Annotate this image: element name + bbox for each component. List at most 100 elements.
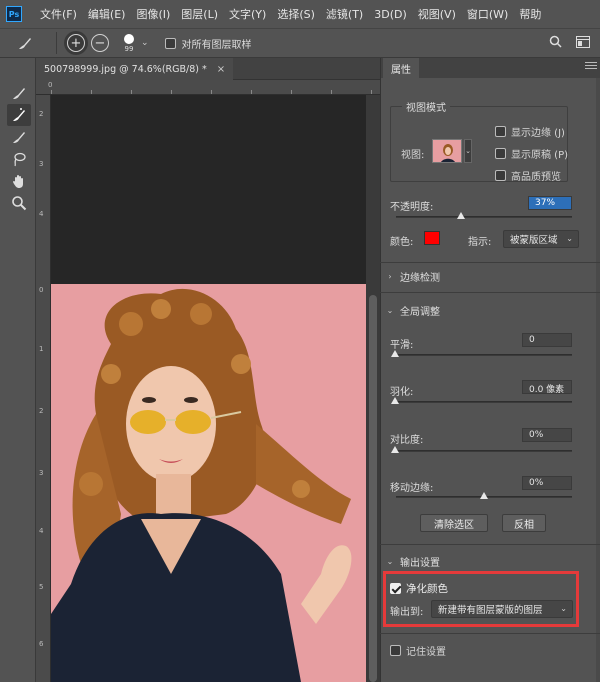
panel-scrollbar[interactable]	[596, 78, 600, 682]
opacity-label: 不透明度:	[390, 202, 434, 213]
color-swatch[interactable]	[424, 231, 440, 245]
menu-view[interactable]: 视图(V)	[418, 6, 456, 22]
ruler-number: 3	[39, 469, 44, 477]
show-original-checkbox[interactable]	[495, 148, 506, 159]
view-thumbnail[interactable]	[432, 139, 462, 163]
ruler-number: 0	[48, 81, 53, 89]
sample-all-layers-option[interactable]: 对所有图层取样	[164, 36, 252, 51]
remember-settings-checkbox[interactable]	[390, 645, 401, 656]
divider	[380, 544, 600, 545]
invert-button[interactable]: 反相	[502, 514, 546, 532]
document-tab[interactable]: 500798999.jpg @ 74.6%(RGB/8) * ×	[36, 58, 234, 80]
divider	[380, 292, 600, 293]
opacity-slider[interactable]	[396, 216, 572, 218]
output-settings-title: 输出设置	[400, 557, 440, 569]
ruler-number: 2	[39, 110, 44, 118]
brush-preview-icon	[124, 33, 134, 44]
canvas-scrollbar[interactable]	[366, 95, 380, 682]
photo-woman-with-sunglasses[interactable]	[51, 284, 366, 682]
chevron-right-icon: ›	[388, 271, 392, 281]
view-label: 视图:	[401, 150, 425, 161]
edge-detection-section[interactable]: › 边缘检测	[380, 266, 600, 286]
menu-3d[interactable]: 3D(D)	[374, 8, 407, 21]
refine-brush-tool-icon[interactable]	[14, 32, 36, 54]
ruler-number: 1	[39, 345, 44, 353]
add-to-selection-icon[interactable]: +	[67, 34, 85, 52]
subtract-from-selection-icon[interactable]: −	[91, 34, 109, 52]
divider	[56, 32, 57, 54]
contrast-label: 对比度:	[390, 435, 424, 446]
show-edge-option[interactable]: 显示边缘 (J)	[495, 124, 565, 139]
vertical-ruler: 1 2 3 4 0 1 2 3 4 5 6	[36, 95, 51, 682]
view-dropdown-chevron-icon[interactable]: ⌄	[464, 139, 472, 163]
indicate-label: 指示:	[468, 237, 492, 248]
remember-settings-label: 记住设置	[406, 647, 446, 658]
chevron-down-icon: ⌄	[386, 305, 394, 315]
zoom-tool-icon[interactable]	[7, 192, 31, 214]
menu-file[interactable]: 文件(F)	[40, 6, 77, 22]
tools-panel	[0, 58, 36, 682]
options-bar: + − 99 ⌄ 对所有图层取样	[0, 28, 600, 58]
show-original-label: 显示原稿 (P)	[511, 150, 569, 161]
panel-menu-icon[interactable]	[585, 62, 597, 72]
hq-preview-label: 高品质预览	[511, 172, 561, 183]
smooth-slider[interactable]	[396, 354, 572, 356]
feather-field[interactable]: 0.0 像素	[522, 380, 572, 395]
shift-edge-field[interactable]: 0%	[522, 476, 572, 490]
chevron-down-icon[interactable]: ⌄	[141, 38, 149, 48]
contrast-slider-thumb[interactable]	[391, 446, 399, 453]
feather-label: 羽化:	[390, 387, 414, 398]
quick-selection-tool-icon[interactable]	[7, 82, 31, 104]
smooth-slider-thumb[interactable]	[391, 350, 399, 357]
refine-edge-brush-tool-icon[interactable]	[7, 104, 31, 126]
global-adjust-title: 全局调整	[400, 306, 440, 318]
output-settings-section[interactable]: ⌄ 输出设置	[380, 551, 600, 571]
shift-edge-slider-thumb[interactable]	[480, 492, 488, 499]
remember-settings-option[interactable]: 记住设置	[390, 643, 446, 658]
brush-size-picker[interactable]: 99	[119, 33, 139, 53]
close-icon[interactable]: ×	[217, 64, 225, 75]
document-canvas[interactable]	[51, 95, 366, 682]
contrast-field[interactable]: 0%	[522, 428, 572, 442]
show-original-option[interactable]: 显示原稿 (P)	[495, 146, 568, 161]
ruler-number: 4	[39, 527, 44, 535]
menu-filter[interactable]: 滤镜(T)	[326, 6, 363, 22]
menu-edit[interactable]: 编辑(E)	[88, 6, 126, 22]
lasso-tool-icon[interactable]	[7, 148, 31, 170]
divider	[380, 633, 600, 634]
workspace-icon[interactable]	[576, 35, 590, 51]
menu-type[interactable]: 文字(Y)	[229, 6, 266, 22]
ruler-number: 0	[39, 286, 44, 294]
horizontal-ruler: 0	[36, 80, 380, 95]
menu-layer[interactable]: 图层(L)	[181, 6, 218, 22]
hand-tool-icon[interactable]	[7, 170, 31, 192]
show-edge-checkbox[interactable]	[495, 126, 506, 137]
color-label: 颜色:	[390, 237, 414, 248]
hq-preview-checkbox[interactable]	[495, 170, 506, 181]
chevron-down-icon: ⌄	[566, 234, 573, 243]
menu-bar: Ps 文件(F) 编辑(E) 图像(I) 图层(L) 文字(Y) 选择(S) 滤…	[0, 0, 600, 28]
opacity-field[interactable]: 37%	[528, 196, 572, 210]
search-icon[interactable]	[549, 35, 562, 51]
menu-image[interactable]: 图像(I)	[136, 6, 170, 22]
tab-properties[interactable]: 属性	[383, 58, 419, 78]
menu-window[interactable]: 窗口(W)	[467, 6, 508, 22]
view-mode-title: 视图模式	[402, 99, 450, 114]
smooth-label: 平滑:	[390, 340, 414, 351]
photoshop-logo: Ps	[6, 6, 22, 22]
contrast-slider[interactable]	[396, 450, 572, 452]
hq-preview-option[interactable]: 高品质预览	[495, 168, 561, 183]
clear-selection-button[interactable]: 清除选区	[420, 514, 488, 532]
feather-slider-thumb[interactable]	[391, 397, 399, 404]
feather-slider[interactable]	[396, 401, 572, 403]
opacity-slider-thumb[interactable]	[457, 212, 466, 219]
menu-select[interactable]: 选择(S)	[277, 6, 315, 22]
sample-all-layers-checkbox[interactable]	[164, 37, 176, 49]
scrollbar-thumb[interactable]	[369, 295, 377, 682]
shift-edge-label: 移动边缘:	[390, 483, 434, 494]
menu-help[interactable]: 帮助	[519, 6, 541, 22]
brush-tool-icon[interactable]	[7, 126, 31, 148]
smooth-field[interactable]: 0	[522, 333, 572, 347]
global-adjust-section[interactable]: ⌄ 全局调整	[380, 300, 600, 320]
indicate-select[interactable]: 被蒙版区域 ⌄	[503, 230, 579, 248]
